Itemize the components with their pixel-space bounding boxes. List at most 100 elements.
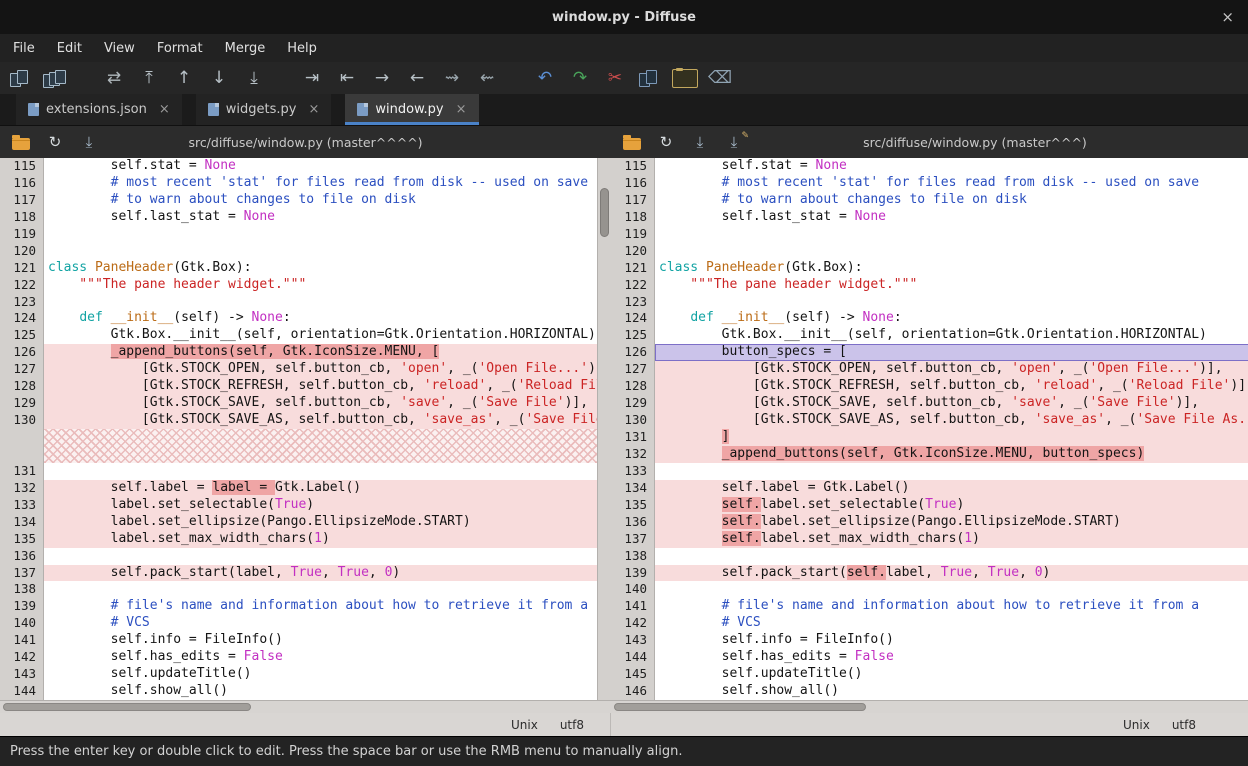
tab-close-icon[interactable]: × (456, 102, 467, 117)
first-difference-icon[interactable]: ⤒ (136, 65, 162, 91)
open-file-button[interactable] (12, 138, 30, 150)
code-line[interactable]: 119 (0, 226, 597, 243)
code-line[interactable]: 128 [Gtk.STOCK_REFRESH, self.button_cb, … (611, 378, 1248, 395)
tab-extensions.json[interactable]: extensions.json× (16, 94, 182, 125)
code-line[interactable]: 130 [Gtk.STOCK_SAVE_AS, self.button_cb, … (0, 412, 597, 429)
code-line[interactable]: 134 self.label = Gtk.Label() (611, 480, 1248, 497)
paste-icon[interactable] (672, 69, 698, 88)
undo-icon[interactable]: ↶ (532, 65, 558, 91)
code-line[interactable]: 133 (611, 463, 1248, 480)
code-line[interactable]: 126 _append_buttons(self, Gtk.IconSize.M… (0, 344, 597, 361)
tab-widgets.py[interactable]: widgets.py× (196, 94, 332, 125)
code-line[interactable]: 139 self.pack_start(self.label, True, Tr… (611, 565, 1248, 582)
gap-row[interactable] (0, 429, 597, 446)
code-line[interactable]: 122 """The pane header widget.""" (0, 277, 597, 294)
code-line[interactable]: 128 [Gtk.STOCK_REFRESH, self.button_cb, … (0, 378, 597, 395)
menu-file[interactable]: File (2, 34, 46, 62)
cut-icon[interactable]: ✂ (602, 65, 628, 91)
merge-from-right-then-left-icon[interactable]: ⇜ (474, 65, 500, 91)
code-line[interactable]: 129 [Gtk.STOCK_SAVE, self.button_cb, 'sa… (0, 395, 597, 412)
code-line[interactable]: 131 ] (611, 429, 1248, 446)
pane-left-code[interactable]: 115 self.stat = None116 # most recent 's… (0, 158, 597, 700)
copy-selection-right-icon[interactable]: ⇥ (299, 65, 325, 91)
code-line[interactable]: 130 [Gtk.STOCK_SAVE_AS, self.button_cb, … (611, 412, 1248, 429)
code-line[interactable]: 120 (0, 243, 597, 260)
code-line[interactable]: 116 # most recent 'stat' for files read … (611, 175, 1248, 192)
pane-left-vscrollbar[interactable] (597, 158, 611, 700)
code-line[interactable]: 119 (611, 226, 1248, 243)
menu-merge[interactable]: Merge (214, 34, 277, 62)
copy-right-into-selection-icon[interactable]: ← (404, 65, 430, 91)
copy-selection-left-icon[interactable]: ⇤ (334, 65, 360, 91)
pane-left-vscrollbar-thumb[interactable] (600, 188, 609, 237)
clear-edits-icon[interactable]: ⌫ (707, 65, 733, 91)
menu-view[interactable]: View (93, 34, 146, 62)
merge-from-left-then-right-icon[interactable]: ⇝ (439, 65, 465, 91)
pane-right-hscrollbar[interactable] (611, 700, 1248, 713)
code-line[interactable]: 134 label.set_ellipsize(Pango.EllipsizeM… (0, 514, 597, 531)
code-line[interactable]: 141 # file's name and information about … (611, 598, 1248, 615)
code-line[interactable]: 115 self.stat = None (0, 158, 597, 175)
code-line[interactable]: 123 (611, 294, 1248, 311)
code-line[interactable]: 133 label.set_selectable(True) (0, 497, 597, 514)
code-line[interactable]: 121class PaneHeader(Gtk.Box): (611, 260, 1248, 277)
menu-help[interactable]: Help (276, 34, 328, 62)
code-line[interactable]: 122 """The pane header widget.""" (611, 277, 1248, 294)
code-line[interactable]: 140 (611, 581, 1248, 598)
code-line[interactable]: 140 # VCS (0, 615, 597, 632)
code-line[interactable]: 142 self.has_edits = False (0, 649, 597, 666)
copy-left-into-selection-icon[interactable]: → (369, 65, 395, 91)
code-line[interactable]: 124 def __init__(self) -> None: (0, 310, 597, 327)
pane-left-hscrollbar-thumb[interactable] (3, 703, 251, 711)
code-line[interactable]: 137 self.label.set_max_width_chars(1) (611, 531, 1248, 548)
code-line[interactable]: 138 (0, 581, 597, 598)
reload-file-button[interactable]: ↻ (46, 133, 64, 151)
code-line[interactable]: 118 self.last_stat = None (0, 209, 597, 226)
code-line[interactable]: 137 self.pack_start(label, True, True, 0… (0, 565, 597, 582)
code-line[interactable]: 135 label.set_max_width_chars(1) (0, 531, 597, 548)
code-line[interactable]: 120 (611, 243, 1248, 260)
code-line[interactable]: 143 self.updateTitle() (0, 666, 597, 683)
save-file-as-button[interactable]: ⤓✎ (725, 133, 743, 151)
code-line[interactable]: 127 [Gtk.STOCK_OPEN, self.button_cb, 'op… (0, 361, 597, 378)
code-line[interactable]: 139 # file's name and information about … (0, 598, 597, 615)
code-line[interactable]: 117 # to warn about changes to file on d… (0, 192, 597, 209)
code-line[interactable]: 125 Gtk.Box.__init__(self, orientation=G… (0, 327, 597, 344)
save-file-button[interactable]: ⤓ (691, 133, 709, 151)
tab-close-icon[interactable]: × (159, 102, 170, 117)
new-2way-file-merge-icon[interactable] (8, 69, 34, 88)
code-line[interactable]: 144 self.has_edits = False (611, 649, 1248, 666)
code-line[interactable]: 126 button_specs = [ (611, 344, 1248, 361)
code-line[interactable]: 144 self.show_all() (0, 683, 597, 700)
new-3way-file-merge-icon[interactable] (43, 69, 69, 88)
tab-window.py[interactable]: window.py× (345, 94, 478, 125)
pane-right-hscrollbar-thumb[interactable] (614, 703, 866, 711)
code-line[interactable]: 129 [Gtk.STOCK_SAVE, self.button_cb, 'sa… (611, 395, 1248, 412)
code-line[interactable]: 138 (611, 548, 1248, 565)
code-line[interactable]: 141 self.info = FileInfo() (0, 632, 597, 649)
code-line[interactable]: 143 self.info = FileInfo() (611, 632, 1248, 649)
code-line[interactable]: 132 _append_buttons(self, Gtk.IconSize.M… (611, 446, 1248, 463)
menu-format[interactable]: Format (146, 34, 214, 62)
copy-icon[interactable] (637, 69, 663, 88)
previous-difference-icon[interactable]: ↑ (171, 65, 197, 91)
code-line[interactable]: 115 self.stat = None (611, 158, 1248, 175)
save-file-button[interactable]: ⤓ (80, 133, 98, 151)
code-line[interactable]: 123 (0, 294, 597, 311)
code-line[interactable]: 136 (0, 548, 597, 565)
realign-all-icon[interactable]: ⇄ (101, 65, 127, 91)
reload-file-button[interactable]: ↻ (657, 133, 675, 151)
code-line[interactable]: 136 self.label.set_ellipsize(Pango.Ellip… (611, 514, 1248, 531)
last-difference-icon[interactable]: ⤓ (241, 65, 267, 91)
code-line[interactable]: 116 # most recent 'stat' for files read … (0, 175, 597, 192)
menu-edit[interactable]: Edit (46, 34, 93, 62)
code-line[interactable]: 125 Gtk.Box.__init__(self, orientation=G… (611, 327, 1248, 344)
code-line[interactable]: 145 self.updateTitle() (611, 666, 1248, 683)
code-line[interactable]: 117 # to warn about changes to file on d… (611, 192, 1248, 209)
next-difference-icon[interactable]: ↓ (206, 65, 232, 91)
tab-close-icon[interactable]: × (308, 102, 319, 117)
open-file-button[interactable] (623, 138, 641, 150)
code-line[interactable]: 135 self.label.set_selectable(True) (611, 497, 1248, 514)
pane-left-hscrollbar[interactable] (0, 700, 611, 713)
gap-row[interactable] (0, 446, 597, 463)
